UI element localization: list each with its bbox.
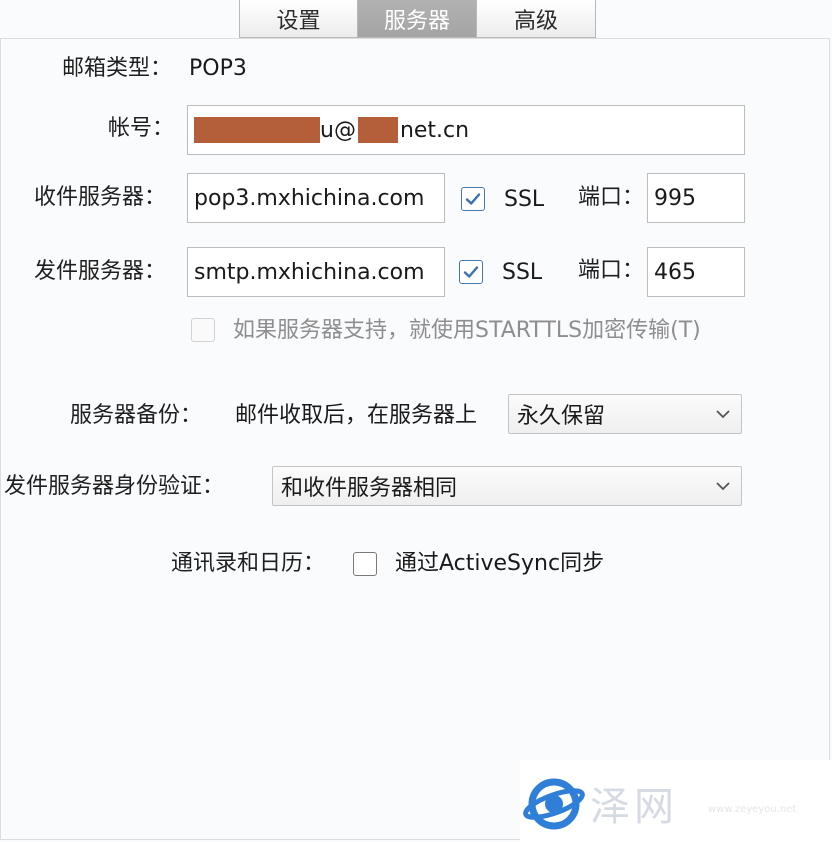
watermark-url: www.zeyeyou.net [708,804,797,815]
panel-frame [0,38,830,840]
watermark: 泽网 www.zeyeyou.net [520,760,832,842]
account-field[interactable]: u@ net.cn [187,105,745,155]
incoming-ssl-label: SSL [504,187,545,212]
server-backup-selected: 永久保留 [517,404,606,429]
redacted-block [357,117,398,143]
outgoing-port-field[interactable]: 465 [647,247,745,297]
starttls-checkbox[interactable] [191,318,215,342]
incoming-port-field[interactable]: 995 [647,173,745,223]
watermark-text: 泽网 [590,784,678,830]
chevron-down-icon [716,410,730,419]
smtp-auth-label: 发件服务器身份验证： [4,474,225,499]
server-backup-select[interactable]: 永久保留 [508,394,742,434]
redacted-block [194,117,320,143]
incoming-server-field[interactable]: pop3.mxhichina.com [187,173,445,223]
mailbox-type-value: POP3 [189,56,247,81]
watermark-logo-icon [523,778,585,830]
outgoing-port-label: 端口： [578,258,645,283]
tab-server[interactable]: 服务器 [358,0,477,38]
server-backup-prefix: 邮件收取后，在服务器上 [235,403,478,428]
starttls-label: 如果服务器支持，就使用STARTTLS加密传输(T) [233,318,701,343]
checkmark-icon [463,266,479,278]
tab-advanced[interactable]: 高级 [477,0,596,38]
smtp-auth-select[interactable]: 和收件服务器相同 [272,466,742,506]
mailbox-type-label: 邮箱类型： [62,56,173,81]
incoming-ssl-checkbox[interactable] [461,187,485,211]
server-backup-label: 服务器备份： [70,403,203,428]
account-fragment-2: net.cn [399,117,470,143]
incoming-port-label: 端口： [578,185,645,210]
tab-settings[interactable]: 设置 [239,0,358,38]
account-fragment-1: u@ [320,117,356,143]
activesync-checkbox[interactable] [353,552,377,576]
activesync-label: 通过ActiveSync同步 [395,551,605,576]
incoming-server-label: 收件服务器： [34,185,167,210]
outgoing-ssl-checkbox[interactable] [459,260,483,284]
outgoing-server-label: 发件服务器： [34,259,167,284]
chevron-down-icon [716,482,730,491]
outgoing-server-field[interactable]: smtp.mxhichina.com [187,247,445,297]
account-label: 帐号： [108,116,175,141]
tab-bar: 设置 服务器 高级 [239,0,596,40]
checkmark-icon [465,193,481,205]
smtp-auth-selected: 和收件服务器相同 [281,476,458,501]
outgoing-ssl-label: SSL [502,260,543,285]
server-settings-panel: 设置 服务器 高级 邮箱类型： POP3 帐号： u@ net.cn 收件服务器… [0,0,832,842]
contacts-calendar-label: 通讯录和日历： [171,551,326,576]
